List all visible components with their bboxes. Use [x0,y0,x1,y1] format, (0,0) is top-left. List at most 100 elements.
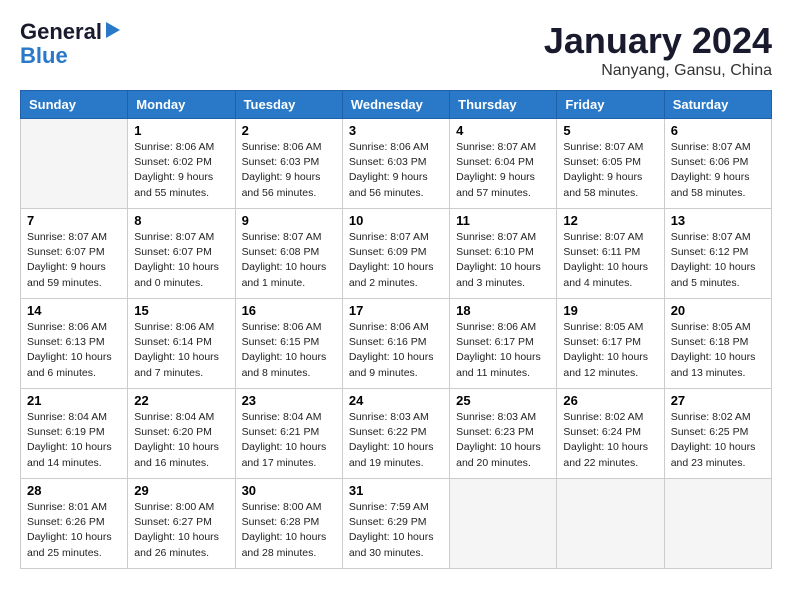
day-info: Sunrise: 8:04 AM Sunset: 6:20 PM Dayligh… [134,410,228,471]
day-info: Sunrise: 8:06 AM Sunset: 6:03 PM Dayligh… [242,140,336,201]
day-number: 18 [456,303,550,318]
day-number: 16 [242,303,336,318]
week-row-1: 1Sunrise: 8:06 AM Sunset: 6:02 PM Daylig… [21,119,772,209]
day-cell: 8 Sunrise: 8:07 AM Sunset: 6:07 PM Daylig… [128,209,235,299]
day-cell: 17Sunrise: 8:06 AM Sunset: 6:16 PM Dayli… [342,299,449,389]
day-number: 10 [349,213,443,228]
day-number: 13 [671,213,765,228]
day-info: Sunrise: 8:06 AM Sunset: 6:02 PM Dayligh… [134,140,228,201]
day-cell: 27 Sunrise: 8:02 AM Sunset: 6:25 PM Dayli… [664,389,771,479]
day-cell: 24 Sunrise: 8:03 AM Sunset: 6:22 PM Dayli… [342,389,449,479]
day-number: 19 [563,303,657,318]
day-number: 25 [456,393,550,408]
header-wednesday: Wednesday [342,91,449,119]
day-cell: 28 Sunrise: 8:01 AM Sunset: 6:26 PM Dayli… [21,479,128,569]
day-info: Sunrise: 8:06 AM Sunset: 6:13 PM Dayligh… [27,320,121,381]
calendar-table: SundayMondayTuesdayWednesdayThursdayFrid… [20,90,772,569]
day-cell: 18 Sunrise: 8:06 AM Sunset: 6:17 PM Dayli… [450,299,557,389]
header-tuesday: Tuesday [235,91,342,119]
day-number: 28 [27,483,121,498]
day-number: 4 [456,123,550,138]
day-cell: 25Sunrise: 8:03 AM Sunset: 6:23 PM Dayli… [450,389,557,479]
day-cell: 12 Sunrise: 8:07 AM Sunset: 6:11 PM Dayli… [557,209,664,299]
day-cell [557,479,664,569]
day-info: Sunrise: 8:00 AM Sunset: 6:28 PM Dayligh… [242,500,336,561]
day-number: 5 [563,123,657,138]
day-cell: 31Sunrise: 7:59 AM Sunset: 6:29 PM Dayli… [342,479,449,569]
week-row-2: 7 Sunrise: 8:07 AM Sunset: 6:07 PM Daylig… [21,209,772,299]
day-info: Sunrise: 8:01 AM Sunset: 6:26 PM Dayligh… [27,500,121,561]
day-info: Sunrise: 8:04 AM Sunset: 6:21 PM Dayligh… [242,410,336,471]
day-info: Sunrise: 8:02 AM Sunset: 6:25 PM Dayligh… [671,410,765,471]
day-number: 8 [134,213,228,228]
day-cell [450,479,557,569]
day-number: 23 [242,393,336,408]
day-number: 11 [456,213,550,228]
day-number: 12 [563,213,657,228]
day-info: Sunrise: 8:02 AM Sunset: 6:24 PM Dayligh… [563,410,657,471]
day-number: 22 [134,393,228,408]
day-info: Sunrise: 8:07 AM Sunset: 6:05 PM Dayligh… [563,140,657,201]
logo-text: General [20,20,102,44]
day-cell: 16 Sunrise: 8:06 AM Sunset: 6:15 PM Dayli… [235,299,342,389]
day-cell: 26Sunrise: 8:02 AM Sunset: 6:24 PM Dayli… [557,389,664,479]
day-number: 20 [671,303,765,318]
day-info: Sunrise: 8:07 AM Sunset: 6:06 PM Dayligh… [671,140,765,201]
header-friday: Friday [557,91,664,119]
day-number: 27 [671,393,765,408]
day-cell: 23 Sunrise: 8:04 AM Sunset: 6:21 PM Dayli… [235,389,342,479]
day-cell: 1Sunrise: 8:06 AM Sunset: 6:02 PM Daylig… [128,119,235,209]
day-number: 6 [671,123,765,138]
day-cell: 20 Sunrise: 8:05 AM Sunset: 6:18 PM Dayli… [664,299,771,389]
day-info: Sunrise: 8:07 AM Sunset: 6:08 PM Dayligh… [242,230,336,291]
day-cell: 11 Sunrise: 8:07 AM Sunset: 6:10 PM Dayli… [450,209,557,299]
day-cell: 7Sunrise: 8:07 AM Sunset: 6:07 PM Daylig… [21,209,128,299]
day-info: Sunrise: 8:05 AM Sunset: 6:18 PM Dayligh… [671,320,765,381]
day-info: Sunrise: 8:04 AM Sunset: 6:19 PM Dayligh… [27,410,121,471]
day-cell: 6 Sunrise: 8:07 AM Sunset: 6:06 PM Daylig… [664,119,771,209]
logo-blue: Blue [20,44,68,68]
day-info: Sunrise: 8:07 AM Sunset: 6:11 PM Dayligh… [563,230,657,291]
day-info: Sunrise: 8:06 AM Sunset: 6:03 PM Dayligh… [349,140,443,201]
day-cell: 5 Sunrise: 8:07 AM Sunset: 6:05 PM Daylig… [557,119,664,209]
day-info: Sunrise: 8:07 AM Sunset: 6:10 PM Dayligh… [456,230,550,291]
day-cell: 4 Sunrise: 8:07 AM Sunset: 6:04 PM Daylig… [450,119,557,209]
day-number: 7 [27,213,121,228]
day-number: 30 [242,483,336,498]
day-info: Sunrise: 8:06 AM Sunset: 6:14 PM Dayligh… [134,320,228,381]
day-number: 9 [242,213,336,228]
week-row-4: 21 Sunrise: 8:04 AM Sunset: 6:19 PM Dayli… [21,389,772,479]
day-info: Sunrise: 7:59 AM Sunset: 6:29 PM Dayligh… [349,500,443,561]
day-cell: 29 Sunrise: 8:00 AM Sunset: 6:27 PM Dayli… [128,479,235,569]
week-row-5: 28 Sunrise: 8:01 AM Sunset: 6:26 PM Dayli… [21,479,772,569]
header-saturday: Saturday [664,91,771,119]
day-info: Sunrise: 8:07 AM Sunset: 6:04 PM Dayligh… [456,140,550,201]
day-info: Sunrise: 8:00 AM Sunset: 6:27 PM Dayligh… [134,500,228,561]
day-cell: 15 Sunrise: 8:06 AM Sunset: 6:14 PM Dayli… [128,299,235,389]
logo-arrow-icon [106,22,120,38]
day-info: Sunrise: 8:05 AM Sunset: 6:17 PM Dayligh… [563,320,657,381]
day-number: 24 [349,393,443,408]
day-number: 3 [349,123,443,138]
day-cell [664,479,771,569]
day-number: 21 [27,393,121,408]
header-sunday: Sunday [21,91,128,119]
day-number: 29 [134,483,228,498]
day-cell: 14Sunrise: 8:06 AM Sunset: 6:13 PM Dayli… [21,299,128,389]
calendar-title: January 2024 [544,20,772,62]
day-cell: 9 Sunrise: 8:07 AM Sunset: 6:08 PM Daylig… [235,209,342,299]
day-info: Sunrise: 8:06 AM Sunset: 6:16 PM Dayligh… [349,320,443,381]
day-info: Sunrise: 8:06 AM Sunset: 6:17 PM Dayligh… [456,320,550,381]
day-number: 2 [242,123,336,138]
day-cell: 19 Sunrise: 8:05 AM Sunset: 6:17 PM Dayli… [557,299,664,389]
header-monday: Monday [128,91,235,119]
day-number: 15 [134,303,228,318]
day-info: Sunrise: 8:07 AM Sunset: 6:07 PM Dayligh… [134,230,228,291]
day-cell: 2 Sunrise: 8:06 AM Sunset: 6:03 PM Daylig… [235,119,342,209]
day-cell: 10 Sunrise: 8:07 AM Sunset: 6:09 PM Dayli… [342,209,449,299]
day-info: Sunrise: 8:06 AM Sunset: 6:15 PM Dayligh… [242,320,336,381]
logo: General Blue [20,20,120,68]
title-block: January 2024 Nanyang, Gansu, China [544,20,772,80]
day-info: Sunrise: 8:07 AM Sunset: 6:09 PM Dayligh… [349,230,443,291]
day-info: Sunrise: 8:03 AM Sunset: 6:22 PM Dayligh… [349,410,443,471]
